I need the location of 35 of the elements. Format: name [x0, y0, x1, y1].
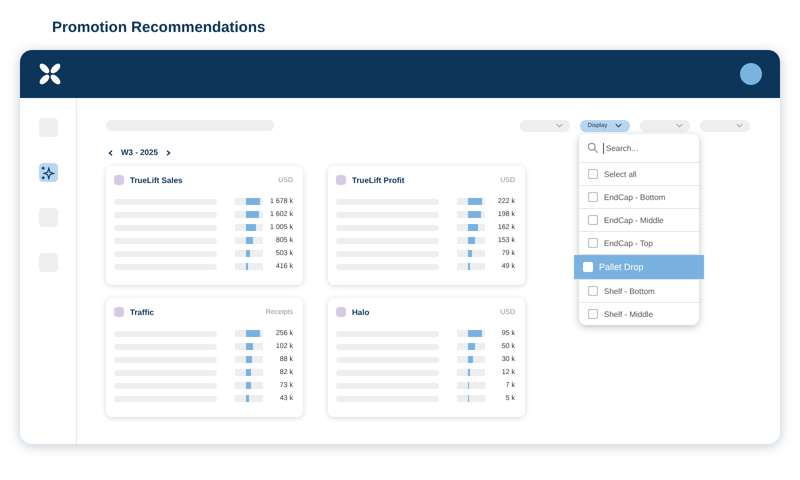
checkbox[interactable]	[588, 215, 598, 225]
avatar[interactable]	[740, 63, 762, 85]
card-title: Traffic	[130, 308, 156, 316]
card-title: TrueLift Profit	[352, 176, 406, 184]
chevron-right-icon[interactable]	[166, 150, 171, 156]
checkbox[interactable]	[588, 169, 598, 179]
card-checkbox[interactable]	[114, 307, 124, 317]
checkbox[interactable]	[588, 238, 598, 248]
search-icon	[587, 142, 599, 154]
menu-option[interactable]: EndCap - Middle	[579, 209, 699, 232]
filter-dropdown[interactable]	[640, 120, 690, 132]
menu-option[interactable]: Shelf - Bottom	[579, 280, 699, 303]
card-title: Halo	[352, 308, 370, 316]
filter-dropdown[interactable]	[700, 120, 750, 132]
menu-option[interactable]: EndCap - Bottom	[579, 186, 699, 209]
period-label: W3 - 2025	[121, 148, 158, 157]
menu-option[interactable]: Select all	[579, 163, 699, 186]
sparkle-icon	[40, 164, 56, 180]
logo-icon	[38, 62, 62, 86]
sidebar-item[interactable]	[38, 163, 58, 182]
chevron-down-icon	[736, 123, 743, 128]
chevron-down-icon	[615, 123, 622, 128]
card-checkbox[interactable]	[336, 175, 346, 185]
chevron-down-icon	[556, 123, 563, 128]
menu-option[interactable]: Shelf - Middle	[579, 303, 699, 325]
chevron-left-icon[interactable]	[108, 150, 113, 156]
chevron-down-icon	[676, 123, 683, 128]
filter-dropdown[interactable]	[520, 120, 570, 132]
page-title: Promotion Recommendations	[52, 18, 266, 38]
card-title: TrueLift Sales	[130, 176, 184, 184]
card-checkbox[interactable]	[114, 175, 124, 185]
card-checkbox[interactable]	[336, 307, 346, 317]
checkbox[interactable]	[588, 192, 598, 202]
checkbox[interactable]	[588, 309, 598, 319]
checkbox[interactable]	[588, 286, 598, 296]
